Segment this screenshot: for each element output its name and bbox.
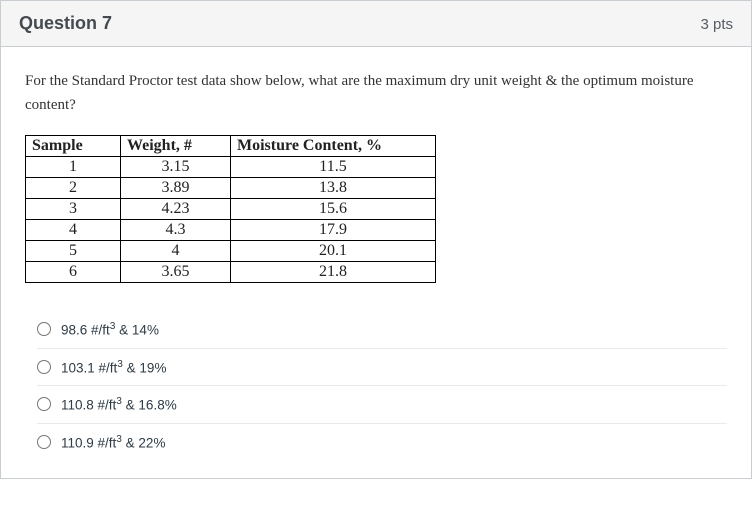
table-cell: 13.8	[231, 178, 436, 199]
table-cell: 2	[26, 178, 121, 199]
data-table: Sample Weight, # Moisture Content, % 13.…	[25, 135, 436, 283]
answer-radio[interactable]	[37, 435, 51, 449]
table-cell: 4.3	[121, 220, 231, 241]
question-body: For the Standard Proctor test data show …	[1, 47, 751, 478]
answer-option[interactable]: 110.8 #/ft3 & 16.8%	[37, 385, 727, 423]
table-cell: 5	[26, 241, 121, 262]
table-cell: 4	[26, 220, 121, 241]
table-row: 23.8913.8	[26, 178, 436, 199]
table-row: 34.2315.6	[26, 199, 436, 220]
answer-radio[interactable]	[37, 397, 51, 411]
table-header: Weight, #	[121, 136, 231, 157]
table-cell: 3.89	[121, 178, 231, 199]
table-cell: 15.6	[231, 199, 436, 220]
table-cell: 17.9	[231, 220, 436, 241]
table-cell: 21.8	[231, 262, 436, 283]
table-cell: 20.1	[231, 241, 436, 262]
table-cell: 11.5	[231, 157, 436, 178]
table-cell: 4.23	[121, 199, 231, 220]
table-row: 13.1511.5	[26, 157, 436, 178]
question-card: Question 7 3 pts For the Standard Procto…	[0, 0, 752, 479]
table-cell: 3.65	[121, 262, 231, 283]
question-points: 3 pts	[700, 16, 733, 33]
table-cell: 1	[26, 157, 121, 178]
question-header: Question 7 3 pts	[1, 1, 751, 47]
table-header: Sample	[26, 136, 121, 157]
table-header: Moisture Content, %	[231, 136, 436, 157]
answer-option[interactable]: 98.6 #/ft3 & 14%	[37, 311, 727, 348]
table-cell: 4	[121, 241, 231, 262]
answer-option[interactable]: 103.1 #/ft3 & 19%	[37, 348, 727, 386]
table-cell: 6	[26, 262, 121, 283]
table-row: 44.317.9	[26, 220, 436, 241]
table-header-row: Sample Weight, # Moisture Content, %	[26, 136, 436, 157]
question-prompt: For the Standard Proctor test data show …	[25, 69, 727, 117]
answer-label: 110.9 #/ft3 & 22%	[61, 434, 165, 451]
answer-label: 103.1 #/ft3 & 19%	[61, 359, 166, 376]
table-row: 5420.1	[26, 241, 436, 262]
answer-radio[interactable]	[37, 360, 51, 374]
answer-label: 110.8 #/ft3 & 16.8%	[61, 396, 177, 413]
table-cell: 3	[26, 199, 121, 220]
table-body: 13.1511.523.8913.834.2315.644.317.95420.…	[26, 157, 436, 283]
answer-option[interactable]: 110.9 #/ft3 & 22%	[37, 423, 727, 461]
answer-radio[interactable]	[37, 322, 51, 336]
answers-list: 98.6 #/ft3 & 14% 103.1 #/ft3 & 19% 110.8 #…	[25, 311, 727, 460]
table-cell: 3.15	[121, 157, 231, 178]
question-title: Question 7	[19, 13, 112, 34]
table-row: 63.6521.8	[26, 262, 436, 283]
answer-label: 98.6 #/ft3 & 14%	[61, 321, 159, 338]
